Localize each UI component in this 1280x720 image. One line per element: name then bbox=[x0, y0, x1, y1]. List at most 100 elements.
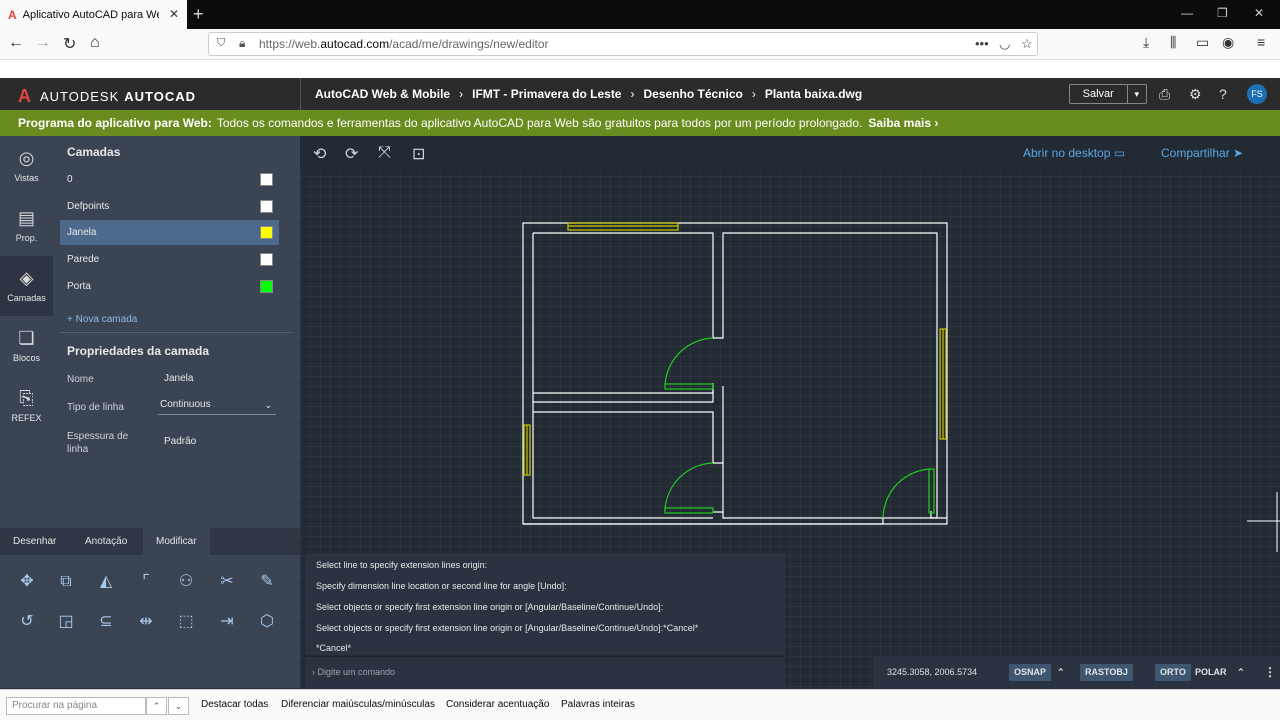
orto-toggle[interactable]: ORTO bbox=[1155, 664, 1191, 681]
copy-icon[interactable]: ⧉ bbox=[56, 572, 76, 592]
brand-autocad: AUTOCAD bbox=[124, 89, 197, 104]
join-icon[interactable]: ⇹ bbox=[136, 612, 156, 632]
mirror-icon[interactable]: ◭ bbox=[96, 572, 116, 592]
layer-color-swatch[interactable] bbox=[260, 200, 273, 213]
undo-icon[interactable]: ⟲ bbox=[313, 144, 326, 164]
match-properties-icon[interactable]: ✎ bbox=[257, 572, 277, 592]
array-icon[interactable]: ⚇ bbox=[176, 572, 196, 592]
prop-name-value[interactable]: Janela bbox=[164, 373, 193, 384]
tab-desenhar[interactable]: Desenhar bbox=[0, 528, 69, 555]
layer-color-swatch[interactable] bbox=[260, 173, 273, 186]
trim-icon[interactable]: ✂ bbox=[217, 572, 237, 592]
stretch-icon[interactable]: ⬚ bbox=[176, 612, 196, 632]
bookmark-star-icon[interactable]: ☆ bbox=[1021, 36, 1033, 52]
layer-color-swatch[interactable] bbox=[260, 226, 273, 239]
command-history-line: Select line to specify extension lines o… bbox=[316, 560, 488, 570]
page-actions-icon[interactable]: ••• bbox=[975, 36, 989, 51]
open-desktop-link[interactable]: Abrir no desktop ▭ bbox=[1023, 146, 1125, 160]
browser-tab[interactable]: A Aplicativo AutoCAD para Web ✕ bbox=[0, 0, 187, 29]
back-icon[interactable]: ← bbox=[8, 34, 24, 52]
url-bar[interactable]: ⛉ 🔒︎ https://web. autocad.com/acad/me/dra… bbox=[208, 32, 1038, 56]
breadcrumb-item[interactable]: IFMT - Primavera do Leste bbox=[472, 87, 621, 101]
avatar[interactable]: FS bbox=[1247, 84, 1267, 104]
scale-icon[interactable]: ◲ bbox=[56, 612, 76, 632]
more-options-icon[interactable]: ⋮ bbox=[1259, 664, 1280, 681]
gear-icon[interactable]: ⚙ bbox=[1189, 86, 1202, 103]
polar-toggle[interactable]: POLAR bbox=[1190, 664, 1232, 681]
downloads-icon[interactable]: ⤓ bbox=[1143, 34, 1149, 51]
match-case-option[interactable]: Diferenciar maiúsculas/minúsculas bbox=[281, 699, 435, 710]
pocket-icon[interactable]: ◡ bbox=[999, 36, 1010, 52]
send-icon: ➤ bbox=[1233, 146, 1244, 160]
breadcrumb-item[interactable]: Desenho Técnico bbox=[643, 87, 742, 101]
layer-row[interactable]: Defpoints bbox=[60, 194, 279, 219]
forward-icon[interactable]: → bbox=[35, 34, 51, 52]
rotate-icon[interactable]: ↺ bbox=[17, 612, 37, 632]
share-label: Compartilhar bbox=[1161, 146, 1230, 160]
zoom-window-icon[interactable]: ⊡ bbox=[412, 144, 425, 164]
rail-item-camadas[interactable]: ◈ Camadas bbox=[0, 256, 53, 316]
layer-row[interactable]: Porta bbox=[60, 274, 279, 299]
help-icon[interactable]: ? bbox=[1219, 86, 1227, 102]
osnap-toggle[interactable]: OSNAP bbox=[1009, 664, 1052, 681]
layer-row[interactable]: Parede bbox=[60, 247, 279, 272]
match-diacritics-option[interactable]: Considerar acentuação bbox=[446, 699, 549, 710]
minimize-icon[interactable]: — bbox=[1181, 6, 1193, 20]
rastobj-toggle[interactable]: RASTOBJ bbox=[1080, 664, 1133, 681]
rail-item-refex[interactable]: ⎘ REFEX bbox=[0, 376, 53, 436]
find-previous-icon[interactable]: ⌃ bbox=[146, 697, 167, 715]
command-history: Select line to specify extension lines o… bbox=[305, 553, 785, 655]
highlight-all-option[interactable]: Destacar todas bbox=[201, 699, 268, 710]
share-link[interactable]: Compartilhar ➤ bbox=[1161, 146, 1243, 160]
shield-icon[interactable]: ⛉ bbox=[217, 37, 225, 50]
layer-row[interactable]: 0 bbox=[60, 167, 279, 192]
save-dropdown-icon[interactable]: ▾ bbox=[1126, 85, 1147, 103]
restore-icon[interactable]: ❐ bbox=[1217, 6, 1228, 20]
rail-item-prop[interactable]: ▤ Prop. bbox=[0, 196, 53, 256]
layer-row-selected[interactable]: Janela bbox=[60, 220, 279, 245]
layer-color-swatch[interactable] bbox=[260, 253, 273, 266]
whole-words-option[interactable]: Palavras inteiras bbox=[561, 699, 635, 710]
autodesk-logo[interactable]: A AUTODESK AUTOCAD bbox=[18, 86, 196, 107]
learn-more-link[interactable]: Saiba mais › bbox=[868, 116, 938, 130]
find-next-icon[interactable]: ⌄ bbox=[168, 697, 189, 715]
library-icon[interactable]: ⫼ bbox=[1170, 34, 1176, 51]
door-arc-2 bbox=[664, 462, 714, 511]
osnap-options-icon[interactable]: ⌃ bbox=[1052, 664, 1070, 681]
polar-options-icon[interactable]: ⌃ bbox=[1232, 664, 1250, 681]
print-icon[interactable]: ⎙ bbox=[1159, 86, 1170, 103]
tab-close-icon[interactable]: ✕ bbox=[169, 7, 179, 21]
inner-bottom-right bbox=[722, 512, 883, 519]
lock-icon[interactable]: 🔒︎ bbox=[239, 36, 245, 51]
sidebar-icon[interactable]: ▭ bbox=[1196, 34, 1209, 51]
offset-icon[interactable]: ⊆ bbox=[96, 612, 116, 632]
reload-icon[interactable]: ↻ bbox=[63, 34, 76, 54]
tab-anotacao[interactable]: Anotação bbox=[72, 528, 140, 555]
fillet-icon[interactable]: ⌜ bbox=[136, 572, 156, 592]
floor-plan-drawing[interactable] bbox=[300, 172, 1280, 552]
save-button[interactable]: Salvar ▾ bbox=[1069, 84, 1147, 104]
layer-color-swatch[interactable] bbox=[260, 280, 273, 293]
zoom-extents-icon[interactable]: ⤧ bbox=[378, 144, 391, 162]
redo-icon[interactable]: ⟳ bbox=[345, 144, 358, 164]
home-icon[interactable]: ⌂ bbox=[90, 34, 100, 52]
new-layer-button[interactable]: + Nova camada bbox=[67, 314, 137, 325]
rail-item-blocos[interactable]: ❏ Blocos bbox=[0, 316, 53, 376]
menu-icon[interactable]: ≡ bbox=[1257, 34, 1265, 50]
move-icon[interactable]: ✥ bbox=[17, 572, 37, 592]
layer-name: Defpoints bbox=[67, 201, 110, 212]
explode-icon[interactable]: ⬡ bbox=[257, 612, 277, 632]
find-input[interactable]: Procurar na página bbox=[6, 697, 146, 715]
extend-icon[interactable]: ⇥ bbox=[217, 612, 237, 632]
breadcrumb-item[interactable]: AutoCAD Web & Mobile bbox=[315, 87, 450, 101]
new-tab-icon[interactable]: + bbox=[193, 4, 204, 25]
prop-lineweight-value[interactable]: Padrão bbox=[164, 436, 196, 447]
command-input[interactable]: › Digite um comando bbox=[305, 656, 785, 688]
rail-item-vistas[interactable]: ◎ Vistas bbox=[0, 136, 53, 196]
linetype-select[interactable]: Continuous ⌄ bbox=[158, 395, 276, 415]
window-close-icon[interactable]: ✕ bbox=[1254, 6, 1264, 20]
inner-room-left-top bbox=[532, 233, 714, 394]
open-desktop-label: Abrir no desktop bbox=[1023, 146, 1111, 160]
account-icon[interactable]: ◉ bbox=[1222, 34, 1234, 51]
tab-modificar[interactable]: Modificar bbox=[143, 528, 210, 555]
